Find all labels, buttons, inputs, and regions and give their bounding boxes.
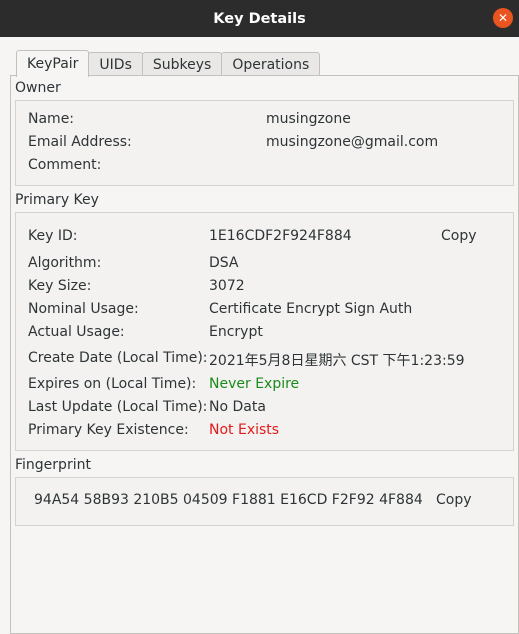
comment-label: Comment: [28, 157, 102, 173]
expires-label: Expires on (Local Time): [28, 376, 197, 392]
key-size-value: 3072 [209, 278, 245, 294]
algorithm-value: DSA [209, 255, 239, 271]
key-size-label: Key Size: [28, 278, 92, 294]
owner-box: Name: musingzone Email Address: musingzo… [15, 100, 514, 186]
nominal-usage-value: Certificate Encrypt Sign Auth [209, 301, 413, 317]
fingerprint-box: 94A54 58B93 210B5 04509 F1881 E16CD F2F9… [15, 477, 514, 526]
existence-value: Not Exists [209, 422, 280, 438]
primary-key-box: Key ID: 1E16CDF2F924F884 Copy Algorithm:… [15, 212, 514, 451]
name-value: musingzone [266, 111, 351, 127]
title-bar: Key Details ✕ [0, 0, 519, 37]
email-label: Email Address: [28, 134, 132, 150]
key-id-label: Key ID: [28, 228, 78, 244]
actual-usage-label: Actual Usage: [28, 324, 125, 340]
copy-key-id-button[interactable]: Copy [441, 228, 477, 244]
create-date-label: Create Date (Local Time): [28, 350, 208, 366]
tab-keypair[interactable]: KeyPair [16, 50, 90, 77]
last-update-label: Last Update (Local Time): [28, 399, 208, 415]
algorithm-label: Algorithm: [28, 255, 102, 271]
name-label: Name: [28, 111, 75, 127]
key-id-value: 1E16CDF2F924F884 [209, 228, 352, 244]
nominal-usage-label: Nominal Usage: [28, 301, 139, 317]
window-title: Key Details [213, 10, 306, 27]
copy-fingerprint-button[interactable]: Copy [436, 492, 472, 508]
fingerprint-group-title: Fingerprint [15, 457, 91, 473]
tab-operations[interactable]: Operations [221, 52, 321, 77]
close-icon[interactable]: ✕ [493, 8, 513, 28]
owner-group-title: Owner [15, 80, 61, 96]
tab-bar: KeyPair UIDs Subkeys Operations [16, 50, 321, 77]
actual-usage-value: Encrypt [209, 324, 263, 340]
expires-value: Never Expire [209, 376, 300, 392]
last-update-value: No Data [209, 399, 266, 415]
email-value: musingzone@gmail.com [266, 134, 439, 150]
keypair-panel: Owner Name: musingzone Email Address: mu… [10, 75, 519, 634]
tab-uids[interactable]: UIDs [88, 52, 143, 77]
fingerprint-value: 94A54 58B93 210B5 04509 F1881 E16CD F2F9… [34, 492, 423, 508]
primary-key-group-title: Primary Key [15, 192, 99, 208]
tab-subkeys[interactable]: Subkeys [141, 52, 223, 77]
existence-label: Primary Key Existence: [28, 422, 189, 438]
create-date-value: 2021年5月8日星期六 CST 下午1:23:59 [209, 353, 465, 369]
